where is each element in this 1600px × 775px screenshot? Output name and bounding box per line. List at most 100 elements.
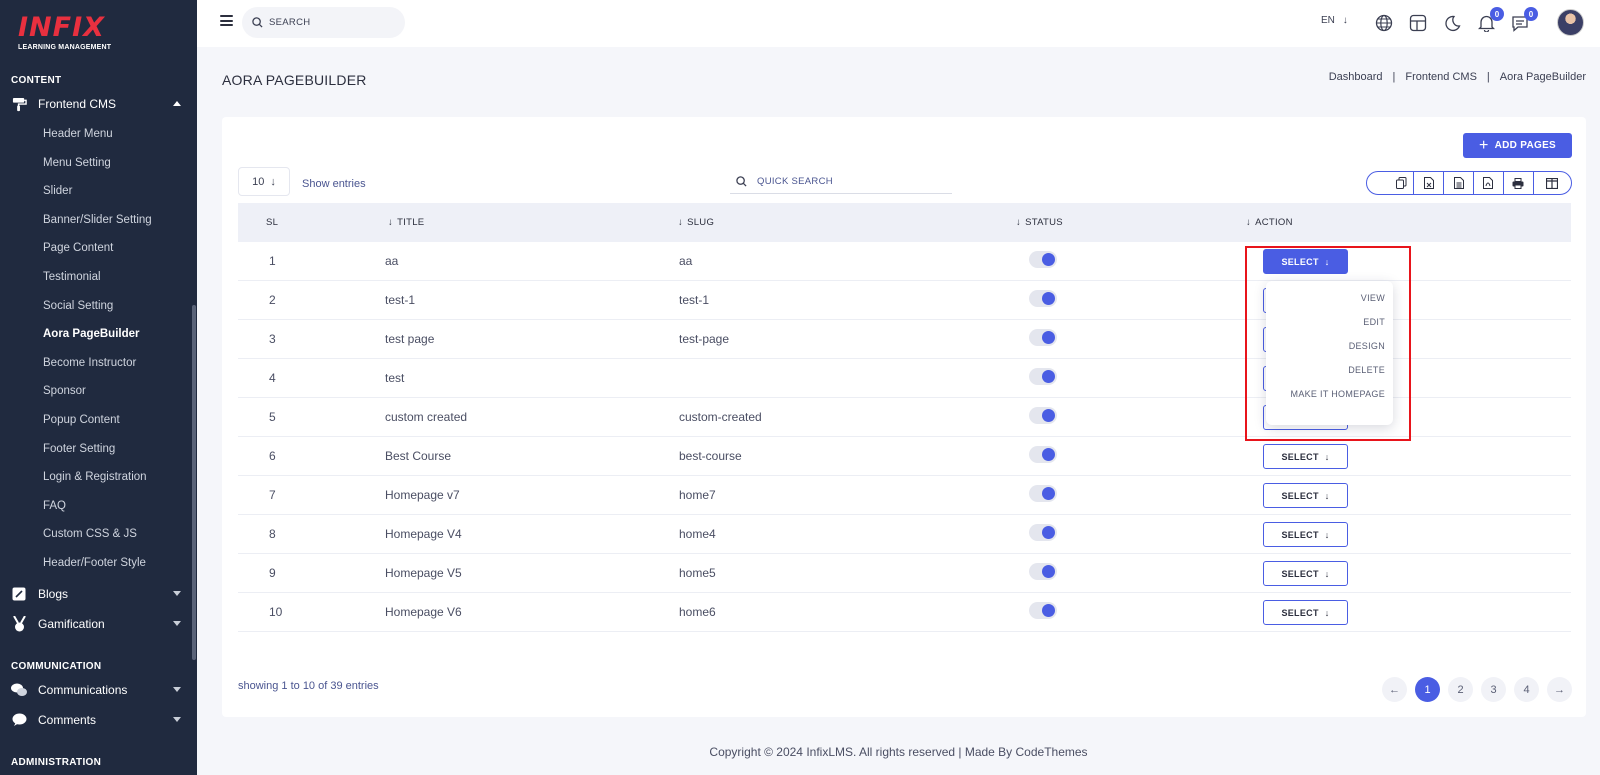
action-select-button[interactable]: SELECT ↓ [1263, 483, 1348, 508]
menu-frontend-cms[interactable]: Frontend CMS [11, 93, 181, 115]
toggle-knob [1042, 292, 1055, 305]
excel-export-button[interactable] [1413, 172, 1443, 194]
cell-sl: 10 [269, 605, 283, 619]
column-header-status[interactable]: ↓ STATUS [1016, 217, 1063, 228]
status-toggle[interactable] [1029, 446, 1057, 463]
sidebar-item-custom-css-js[interactable]: Custom CSS & JS [43, 528, 137, 540]
cell-sl: 9 [269, 566, 276, 580]
sidebar-item-footer-setting[interactable]: Footer Setting [43, 443, 115, 455]
status-toggle[interactable] [1029, 251, 1057, 268]
page-1-button[interactable]: 1 [1415, 677, 1440, 702]
chevron-down-icon [173, 717, 181, 722]
language-selector[interactable]: EN ↓ [1321, 15, 1348, 26]
action-select-button[interactable]: SELECT ↓ [1263, 522, 1348, 547]
status-toggle[interactable] [1029, 602, 1057, 619]
select-label: SELECT [1281, 607, 1319, 618]
sidebar-item-sponsor[interactable]: Sponsor [43, 385, 86, 397]
page-2-button[interactable]: 2 [1448, 677, 1473, 702]
menu-gamification[interactable]: Gamification [11, 613, 181, 635]
column-header-slug[interactable]: ↓ SLUG [678, 217, 714, 228]
menu-blogs[interactable]: Blogs [11, 583, 181, 605]
column-header-label: TITLE [397, 217, 425, 228]
status-toggle[interactable] [1029, 329, 1057, 346]
arrow-down-icon: ↓ [388, 217, 394, 228]
pagination: ← 1 2 3 4 → [1382, 677, 1572, 702]
column-header-label: STATUS [1025, 217, 1063, 228]
arrow-down-icon: ↓ [1246, 217, 1252, 228]
sidebar-item-header-menu[interactable]: Header Menu [43, 128, 113, 140]
table-row: 10 Homepage V6 home6 SELECT ↓ [238, 593, 1571, 632]
select-label: SELECT [1281, 529, 1319, 540]
toggle-knob [1042, 370, 1055, 383]
sidebar-item-login-registration[interactable]: Login & Registration [43, 471, 147, 483]
column-visibility-button[interactable] [1532, 172, 1571, 194]
arrow-down-icon: ↓ [1016, 217, 1022, 228]
search-input[interactable] [269, 17, 399, 28]
global-search[interactable] [242, 7, 405, 38]
menu-communications[interactable]: Communications [11, 679, 181, 701]
arrow-down-icon: ↓ [270, 175, 276, 188]
dark-mode-moon-icon[interactable] [1442, 13, 1462, 33]
toggle-knob [1042, 253, 1055, 266]
copy-button[interactable] [1367, 172, 1413, 194]
status-toggle[interactable] [1029, 485, 1057, 502]
globe-icon[interactable] [1374, 13, 1394, 33]
page-3-button[interactable]: 3 [1481, 677, 1506, 702]
sidebar-item-page-content[interactable]: Page Content [43, 242, 113, 254]
csv-export-button[interactable] [1443, 172, 1473, 194]
sidebar-item-header-footer-style[interactable]: Header/Footer Style [43, 557, 146, 569]
sidebar-item-banner-slider-setting[interactable]: Banner/Slider Setting [43, 214, 152, 226]
sidebar-item-faq[interactable]: FAQ [43, 500, 66, 512]
next-page-button[interactable]: → [1547, 677, 1572, 702]
pdf-export-button[interactable] [1472, 172, 1503, 194]
status-toggle[interactable] [1029, 368, 1057, 385]
breadcrumb-separator: | [1392, 71, 1396, 83]
user-avatar[interactable] [1557, 9, 1584, 36]
table-row: 9 Homepage V5 home5 SELECT ↓ [238, 554, 1571, 593]
sidebar-item-testimonial[interactable]: Testimonial [43, 271, 101, 283]
plus-icon: + [1478, 136, 1489, 154]
menu-comments[interactable]: Comments [11, 709, 181, 731]
sidebar-scrollbar[interactable] [192, 305, 196, 660]
arrow-down-icon: ↓ [1324, 490, 1330, 501]
sidebar-item-social-setting[interactable]: Social Setting [43, 300, 113, 312]
add-pages-button[interactable]: + ADD PAGES [1463, 133, 1572, 158]
cell-title: Best Course [385, 449, 452, 463]
sidebar-item-menu-setting[interactable]: Menu Setting [43, 157, 111, 169]
sidebar-item-become-instructor[interactable]: Become Instructor [43, 357, 136, 369]
quick-search-input[interactable] [757, 175, 937, 187]
previous-page-button[interactable]: ← [1382, 677, 1407, 702]
layout-icon[interactable] [1408, 13, 1428, 33]
sidebar-item-aora-pagebuilder[interactable]: Aora PageBuilder [43, 328, 140, 340]
chevron-down-icon [173, 591, 181, 596]
print-button[interactable] [1502, 172, 1533, 194]
menu-frontend-cms-label: Frontend CMS [38, 97, 117, 111]
status-toggle[interactable] [1029, 563, 1057, 580]
status-toggle[interactable] [1029, 524, 1057, 541]
quick-search[interactable] [730, 169, 952, 194]
page-4-button[interactable]: 4 [1514, 677, 1539, 702]
column-header-title[interactable]: ↓ TITLE [388, 217, 424, 228]
logo[interactable]: INFIX LEARNING MANAGEMENT [18, 14, 111, 51]
column-header-action[interactable]: ↓ ACTION [1246, 217, 1293, 228]
message-icon[interactable]: 0 [1510, 7, 1538, 33]
action-select-button[interactable]: SELECT ↓ [1263, 444, 1348, 469]
status-toggle[interactable] [1029, 407, 1057, 424]
breadcrumb-dashboard[interactable]: Dashboard [1329, 71, 1383, 83]
arrow-down-icon: ↓ [1324, 451, 1330, 462]
section-title-content: CONTENT [11, 75, 62, 86]
section-title-communication: COMMUNICATION [11, 661, 102, 672]
arrow-left-icon: ← [1389, 683, 1400, 696]
breadcrumb-frontend-cms[interactable]: Frontend CMS [1405, 71, 1477, 83]
action-select-button[interactable]: SELECT ↓ [1263, 600, 1348, 625]
hamburger-menu-icon[interactable] [220, 15, 233, 26]
sidebar-item-popup-content[interactable]: Popup Content [43, 414, 120, 426]
action-select-button[interactable]: SELECT ↓ [1263, 561, 1348, 586]
sidebar-item-slider[interactable]: Slider [43, 185, 72, 197]
column-header-sl[interactable]: SL [266, 217, 278, 228]
entries-per-page-select[interactable]: 10 ↓ [238, 167, 290, 196]
notification-bell-icon[interactable]: 0 [1476, 7, 1504, 33]
highlight-box [1245, 246, 1411, 441]
chevron-up-icon [173, 101, 181, 106]
status-toggle[interactable] [1029, 290, 1057, 307]
